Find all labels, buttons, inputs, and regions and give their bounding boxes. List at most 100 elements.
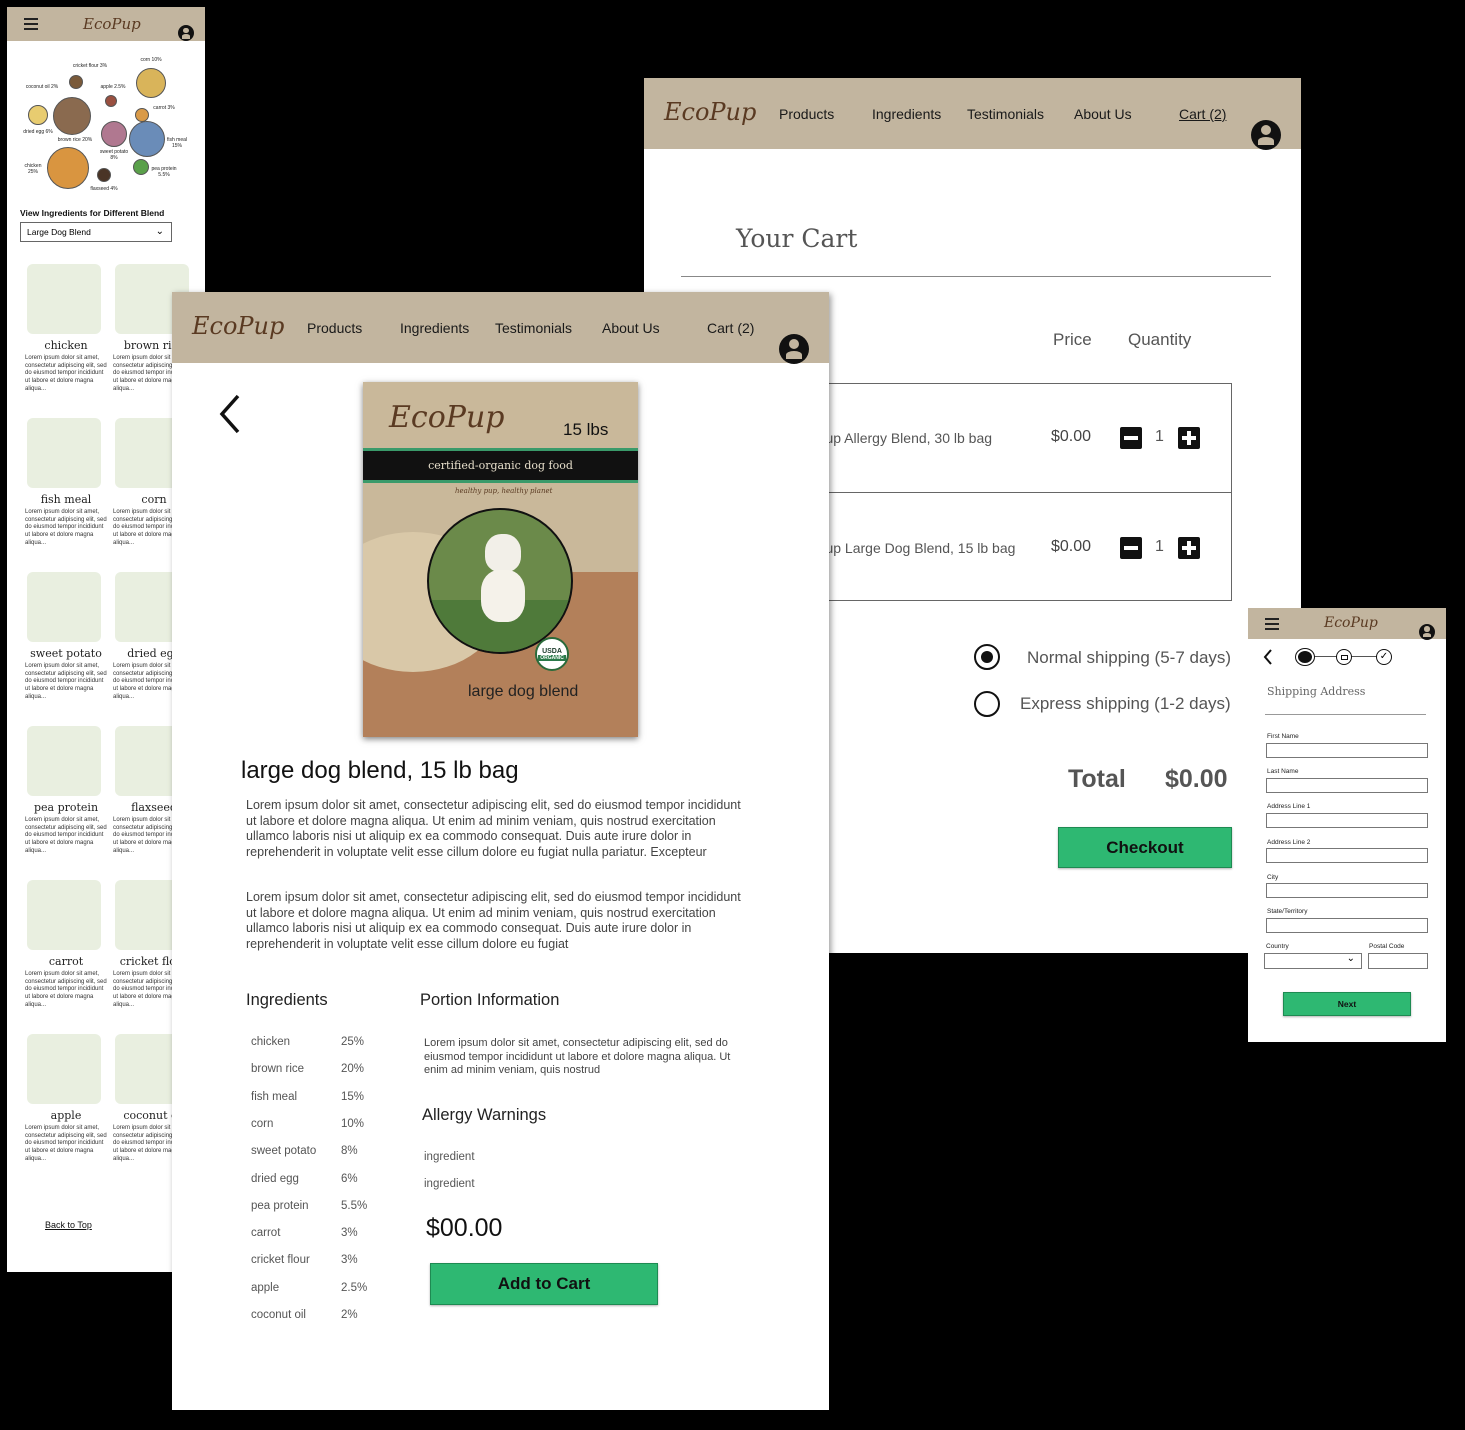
nav-about[interactable]: About Us — [1074, 106, 1132, 122]
chart-label: apple 2.5% — [100, 84, 126, 90]
product-bag-image: EcoPup 15 lbs certified-organic dog food… — [363, 382, 638, 737]
chart-label: flaxseed 4% — [90, 186, 118, 192]
shipping-express-radio[interactable] — [974, 691, 1000, 717]
hamburger-menu-icon[interactable] — [24, 18, 38, 30]
logo[interactable]: EcoPup — [192, 312, 284, 340]
shipping-mobile-screen: EcoPup ✓ Shipping Address First Name Las… — [1248, 608, 1446, 1042]
city-field[interactable] — [1266, 883, 1428, 898]
add-to-cart-button[interactable]: Add to Cart — [430, 1263, 658, 1305]
ingredient-description: Lorem ipsum dolor sit amet, consectetur … — [25, 663, 107, 700]
ingredient-row-pct: 20% — [341, 1063, 365, 1076]
plus-icon[interactable] — [1178, 537, 1200, 559]
address-line-2-field[interactable] — [1266, 848, 1428, 863]
account-icon[interactable] — [178, 25, 194, 41]
minus-icon[interactable] — [1120, 537, 1142, 559]
address-line-2-label: Address Line 2 — [1267, 839, 1311, 846]
chart-label: fish meal 15% — [166, 137, 187, 149]
ingredient-name: sweet potato — [30, 647, 102, 660]
account-icon[interactable] — [1419, 623, 1435, 640]
state-label: State/Territory — [1267, 908, 1308, 915]
ingredient-row-name: carrot — [251, 1227, 281, 1240]
nav-ingredients[interactable]: Ingredients — [400, 320, 469, 336]
account-icon[interactable] — [779, 333, 809, 364]
shipping-normal-radio[interactable] — [974, 644, 1000, 670]
allergy-heading: Allergy Warnings — [422, 1106, 547, 1124]
portion-heading: Portion Information — [420, 991, 560, 1009]
logo[interactable]: EcoPup — [1324, 615, 1378, 631]
ingredient-description: Lorem ipsum dolor sit amet, consectetur … — [25, 355, 107, 392]
last-name-label: Last Name — [1267, 768, 1299, 775]
country-select[interactable]: ⌄ — [1264, 953, 1362, 969]
allergy-item: ingredient — [424, 1151, 475, 1163]
address-line-1-field[interactable] — [1266, 813, 1428, 828]
usda-organic-seal: USDA ORGANIC — [535, 637, 569, 671]
nav-testimonials[interactable]: Testimonials — [967, 106, 1044, 122]
last-name-field[interactable] — [1266, 778, 1428, 793]
chart-label: chicken 25% — [24, 163, 42, 175]
postal-code-field[interactable] — [1368, 953, 1428, 969]
chart-label: cricket flour 3% — [72, 63, 108, 69]
total-label: Total — [1068, 765, 1126, 793]
minus-icon[interactable] — [1120, 427, 1142, 449]
ingredient-card: sweet potato Lorem ipsum dolor sit amet, … — [25, 572, 107, 702]
plus-icon[interactable] — [1178, 427, 1200, 449]
seal-usda: USDA — [542, 647, 562, 655]
bag-blend: large dog blend — [468, 683, 579, 700]
ingredient-image — [27, 726, 101, 796]
hamburger-menu-icon[interactable] — [1265, 618, 1279, 630]
next-button[interactable]: Next — [1283, 992, 1411, 1016]
bag-logo: EcoPup — [389, 400, 505, 435]
card-icon — [1336, 649, 1352, 665]
mobile-nav: EcoPup — [1248, 608, 1446, 640]
chart-label: brown rice 20% — [57, 137, 93, 143]
ingredient-name: apple — [50, 1109, 82, 1122]
logo[interactable]: EcoPup — [83, 15, 141, 33]
mobile-nav: EcoPup — [7, 7, 205, 41]
logo[interactable]: EcoPup — [664, 98, 756, 126]
blend-select[interactable]: Large Dog Blend ⌄ — [20, 222, 172, 242]
product-title: large dog blend, 15 lb bag — [241, 757, 519, 784]
ingredient-row-pct: 8% — [341, 1145, 358, 1158]
bubble-coconut-oil — [28, 105, 48, 125]
bubble-brown-rice — [53, 97, 91, 135]
product-price: $00.00 — [426, 1214, 503, 1242]
state-field[interactable] — [1266, 918, 1428, 933]
ingredients-heading: Ingredients — [246, 991, 328, 1009]
ingredient-row-pct: 3% — [341, 1227, 358, 1240]
nav-cart[interactable]: Cart (2) — [707, 320, 754, 336]
nav-products[interactable]: Products — [779, 106, 834, 122]
seal-organic: ORGANIC — [538, 654, 566, 661]
nav-cart[interactable]: Cart (2) — [1179, 106, 1226, 122]
bubble-fish-meal — [129, 121, 165, 157]
nav-products[interactable]: Products — [307, 320, 362, 336]
checkout-button[interactable]: Checkout — [1058, 827, 1232, 868]
ingredient-row-name: chicken — [251, 1036, 290, 1048]
chart-label: carrot 3% — [153, 105, 175, 111]
back-chevron-icon[interactable] — [1262, 648, 1274, 666]
chart-label: sweet potato 8% — [99, 149, 129, 161]
back-chevron-icon[interactable] — [216, 392, 246, 436]
ingredient-name: carrot — [48, 955, 84, 968]
cart-item-qty: 1 — [1155, 428, 1164, 445]
account-icon[interactable] — [1251, 119, 1281, 150]
chevron-down-icon: ⌄ — [1346, 953, 1355, 964]
city-label: City — [1267, 874, 1279, 881]
ingredient-row-pct: 5.5% — [341, 1199, 368, 1212]
nav-testimonials[interactable]: Testimonials — [495, 320, 572, 336]
nav-about[interactable]: About Us — [602, 320, 660, 336]
dog-head — [485, 534, 521, 572]
ingredient-card: chicken Lorem ipsum dolor sit amet, conse… — [25, 264, 107, 394]
shipping-express-label: Express shipping (1-2 days) — [1020, 694, 1231, 713]
first-name-field[interactable] — [1266, 743, 1428, 758]
allergy-item: ingredient — [424, 1178, 475, 1190]
cart-item-price: $0.00 — [1051, 538, 1092, 555]
ingredient-image — [27, 880, 101, 950]
product-description-1: Lorem ipsum dolor sit amet, consectetur … — [246, 798, 741, 859]
ingredient-row-pct: 25% — [341, 1036, 365, 1048]
check-icon: ✓ — [1376, 649, 1392, 665]
ingredient-row-pct: 6% — [341, 1172, 358, 1185]
ingredient-row-name: cricket flour — [251, 1254, 310, 1267]
back-to-top-link[interactable]: Back to Top — [45, 1220, 92, 1230]
product-screen: EcoPup Products Ingredients Testimonials… — [172, 292, 829, 1410]
nav-ingredients[interactable]: Ingredients — [872, 106, 941, 122]
